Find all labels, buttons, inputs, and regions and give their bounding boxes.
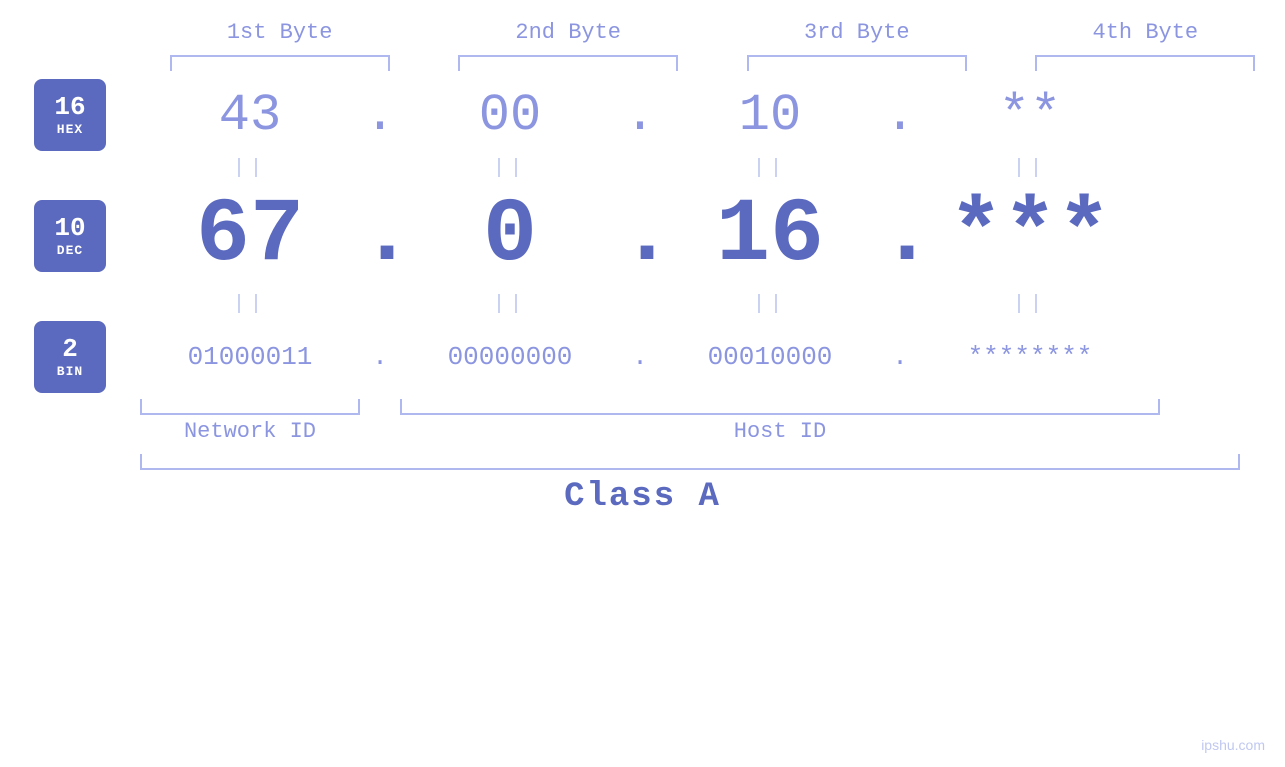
outer-bracket-row (0, 454, 1285, 470)
watermark: ipshu.com (1201, 737, 1265, 753)
bin-dot-1: . (360, 342, 400, 372)
byte2-header: 2nd Byte (458, 20, 678, 45)
bin-val-1: 01000011 (140, 342, 360, 372)
hex-badge-col: 16 HEX (0, 79, 140, 151)
bin-dot-2: . (620, 342, 660, 372)
equals-1-3: || (753, 157, 787, 180)
bin-badge: 2 BIN (34, 321, 106, 393)
bin-dot-3: . (880, 342, 920, 372)
hex-val-4: ** (920, 86, 1140, 145)
dec-dot-2: . (620, 185, 660, 287)
id-labels: Network ID Host ID (0, 419, 1285, 444)
bracket-top-2 (458, 55, 678, 71)
network-id-label: Network ID (140, 419, 360, 444)
equals-2-3: || (753, 293, 787, 316)
hex-dot-2: . (620, 86, 660, 145)
equals-2-2: || (493, 293, 527, 316)
hex-val-1: 43 (140, 86, 360, 145)
bin-badge-num: 2 (62, 335, 78, 364)
hex-badge: 16 HEX (34, 79, 106, 151)
byte1-header: 1st Byte (170, 20, 390, 45)
bracket-top-4 (1035, 55, 1255, 71)
byte4-header: 4th Byte (1035, 20, 1255, 45)
hex-row: 16 HEX 43 . 00 . 10 . ** (0, 79, 1285, 151)
dec-badge: 10 DEC (34, 200, 106, 272)
dec-badge-col: 10 DEC (0, 200, 140, 272)
hex-val-3: 10 (660, 86, 880, 145)
equals-2-4: || (1013, 293, 1047, 316)
equals-2-1: || (233, 293, 267, 316)
bracket-top-3 (747, 55, 967, 71)
hex-badge-label: HEX (57, 122, 83, 137)
equals-1-4: || (1013, 157, 1047, 180)
dec-badge-label: DEC (57, 243, 83, 258)
class-label-row: Class A (0, 478, 1285, 516)
hex-val-2: 00 (400, 86, 620, 145)
equals-1-1: || (233, 157, 267, 180)
dec-badge-num: 10 (54, 214, 85, 243)
bin-val-4: ******** (920, 342, 1140, 372)
bracket-top-1 (170, 55, 390, 71)
dec-val-1: 67 (140, 185, 360, 287)
bracket-bottom-host (400, 399, 1160, 415)
equals-row-2: || || || || (0, 287, 1285, 321)
host-id-label: Host ID (400, 419, 1160, 444)
bin-val-2: 00000000 (400, 342, 620, 372)
dec-val-3: 16 (660, 185, 880, 287)
hex-dot-1: . (360, 86, 400, 145)
dec-dot-1: . (360, 185, 400, 287)
dec-row: 10 DEC 67 . 0 . 16 . *** (0, 185, 1285, 287)
byte3-header: 3rd Byte (747, 20, 967, 45)
class-label: Class A (564, 478, 721, 516)
bin-badge-label: BIN (57, 364, 83, 379)
outer-bottom-bracket (140, 454, 1240, 470)
hex-badge-num: 16 (54, 93, 85, 122)
dec-dot-3: . (880, 185, 920, 287)
bin-badge-col: 2 BIN (0, 321, 140, 393)
main-container: 1st Byte 2nd Byte 3rd Byte 4th Byte 16 H… (0, 0, 1285, 767)
bin-val-3: 00010000 (660, 342, 880, 372)
equals-row-1: || || || || (0, 151, 1285, 185)
bin-row: 2 BIN 01000011 . 00000000 . 00010000 . *… (0, 321, 1285, 393)
bottom-brackets-area (0, 399, 1285, 415)
dec-val-2: 0 (400, 185, 620, 287)
dec-val-4: *** (920, 185, 1140, 287)
hex-dot-3: . (880, 86, 920, 145)
equals-1-2: || (493, 157, 527, 180)
bracket-bottom-network (140, 399, 360, 415)
